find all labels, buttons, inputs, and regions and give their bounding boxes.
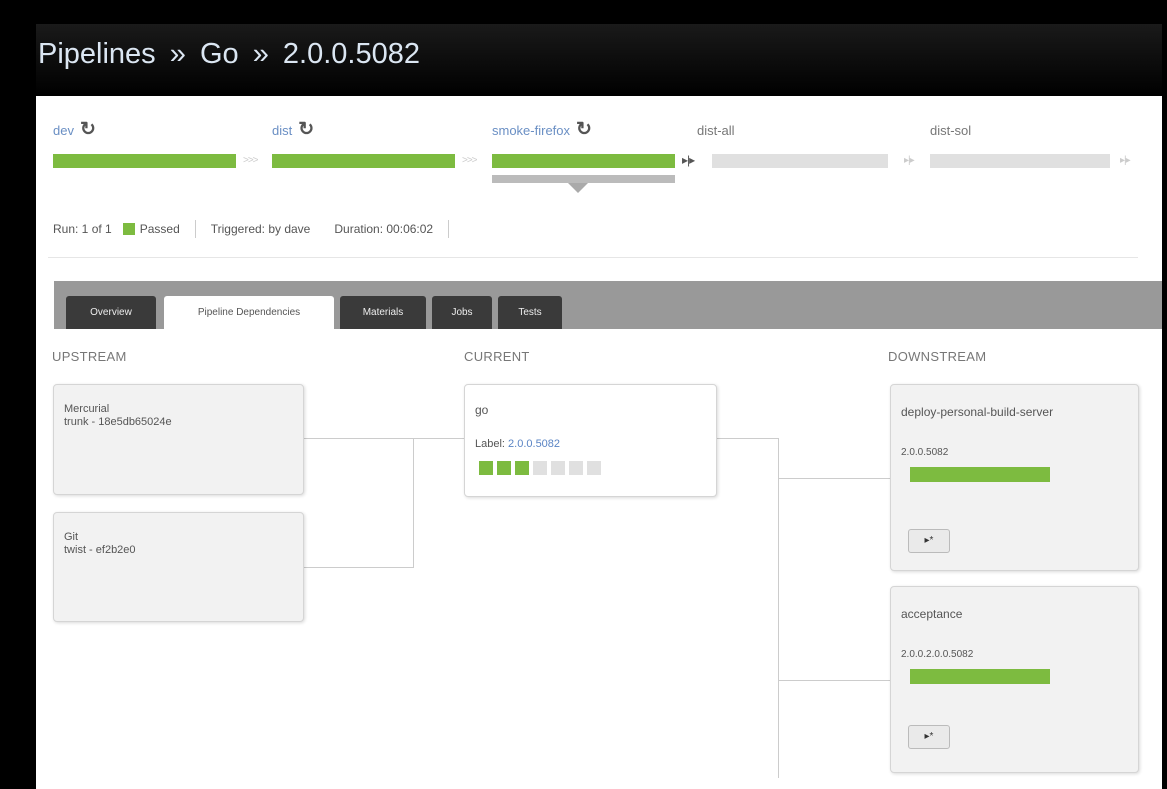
stage-dev[interactable]: dev ↻ xyxy=(53,120,236,168)
divider xyxy=(48,257,1138,258)
run-status: Passed xyxy=(139,222,180,236)
app-frame: Pipelines » Go » 2.0.0.5082 dev ↻ >>> di… xyxy=(36,24,1162,789)
run-duration: Duration: 00:06:02 xyxy=(334,222,434,236)
stage-segment-passed[interactable] xyxy=(497,461,511,475)
tab-jobs[interactable]: Jobs xyxy=(432,296,492,329)
stage-dist-sol[interactable]: dist-sol xyxy=(930,120,1110,168)
stage-name[interactable]: dist-sol xyxy=(930,120,971,140)
stage-progress-bar[interactable] xyxy=(53,154,236,168)
refresh-icon[interactable]: ↻ xyxy=(298,120,314,139)
breadcrumb-pipelines[interactable]: Pipelines xyxy=(38,38,156,70)
stage-name[interactable]: smoke-firefox xyxy=(492,123,570,138)
run-info: Run: 1 of 1 Passed Triggered: by dave Du… xyxy=(53,220,459,238)
divider xyxy=(448,220,450,238)
run-count: Run: 1 of 1 xyxy=(53,222,112,236)
upstream-heading: UPSTREAM xyxy=(52,349,127,364)
trigger-with-options-button[interactable]: ▸* xyxy=(908,529,950,553)
passed-status-icon xyxy=(122,223,135,235)
stage-segment-pending[interactable] xyxy=(569,461,583,475)
tab-pipeline-dependencies[interactable]: Pipeline Dependencies xyxy=(164,296,334,329)
stage-segment-pending[interactable] xyxy=(533,461,547,475)
stage-name[interactable]: dist-all xyxy=(697,120,735,140)
material-name: Mercurial xyxy=(64,403,110,415)
downstream-progress-bar[interactable] xyxy=(910,467,1050,482)
tab-overview[interactable]: Overview xyxy=(66,296,156,329)
connector-line xyxy=(778,438,779,778)
selected-stage-pointer xyxy=(568,183,588,193)
refresh-icon[interactable]: ↻ xyxy=(80,120,96,139)
stage-arrow-icon: ▸|▸ xyxy=(904,155,915,166)
stage-dist-all[interactable]: dist-all xyxy=(697,120,888,168)
breadcrumb-pipeline[interactable]: Go xyxy=(200,38,239,70)
material-revision: twist - ef2b2e0 xyxy=(64,544,136,556)
current-heading: CURRENT xyxy=(464,349,530,364)
downstream-heading: DOWNSTREAM xyxy=(888,349,987,364)
label-prefix: Label: xyxy=(475,438,505,450)
connector-line xyxy=(302,438,414,439)
selected-stage-indicator xyxy=(492,175,675,183)
tab-materials[interactable]: Materials xyxy=(340,296,426,329)
breadcrumb-separator: » xyxy=(169,38,186,70)
stage-name[interactable]: dist xyxy=(272,123,292,138)
tab-bar: Overview Pipeline Dependencies Materials… xyxy=(54,281,1162,329)
stage-segment-pending[interactable] xyxy=(587,461,601,475)
breadcrumb-separator: » xyxy=(252,38,269,70)
connector-line xyxy=(413,438,464,439)
tab-tests[interactable]: Tests xyxy=(498,296,562,329)
upstream-material-card[interactable]: Mercurial trunk - 18e5db65024e xyxy=(53,384,304,495)
stage-arrow-icon: >>> xyxy=(462,155,478,166)
current-pipeline-name[interactable]: go xyxy=(475,403,488,417)
refresh-icon[interactable]: ↻ xyxy=(576,120,592,139)
upstream-material-card[interactable]: Git twist - ef2b2e0 xyxy=(53,512,304,622)
stage-progress-bar[interactable] xyxy=(492,154,675,168)
stage-arrow-icon: ▸|▸ xyxy=(1120,155,1131,166)
stage-segment-passed[interactable] xyxy=(515,461,529,475)
stage-arrow-icon: ▸|▸ xyxy=(682,153,695,167)
stage-arrow-icon: >>> xyxy=(243,155,259,166)
connector-line xyxy=(413,438,414,568)
material-revision: trunk - 18e5db65024e xyxy=(64,416,172,428)
page-header: Pipelines » Go » 2.0.0.5082 xyxy=(36,24,1162,96)
current-pipeline-label[interactable]: 2.0.0.5082 xyxy=(508,438,560,450)
run-triggered: Triggered: by dave xyxy=(210,222,311,236)
divider xyxy=(194,220,196,238)
current-pipeline-card: go Label: 2.0.0.5082 xyxy=(464,384,717,497)
connector-line xyxy=(302,567,414,568)
stage-smoke-firefox[interactable]: smoke-firefox ↻ xyxy=(492,120,675,168)
downstream-pipeline-name[interactable]: deploy-personal-build-server xyxy=(901,405,1053,419)
trigger-with-options-button[interactable]: ▸* xyxy=(908,725,950,749)
downstream-pipeline-name[interactable]: acceptance xyxy=(901,607,962,621)
connector-line xyxy=(778,478,890,479)
stage-dist[interactable]: dist ↻ xyxy=(272,120,455,168)
connector-line xyxy=(778,680,890,681)
stage-name[interactable]: dev xyxy=(53,123,74,138)
breadcrumb-version: 2.0.0.5082 xyxy=(282,38,420,70)
connector-line xyxy=(716,438,778,439)
stage-segment-pending[interactable] xyxy=(551,461,565,475)
downstream-pipeline-label[interactable]: 2.0.0.5082 xyxy=(901,447,948,458)
material-name: Git xyxy=(64,531,79,543)
downstream-pipeline-label[interactable]: 2.0.0.2.0.0.5082 xyxy=(901,649,973,660)
stage-segment-passed[interactable] xyxy=(479,461,493,475)
stage-progress-bar[interactable] xyxy=(272,154,455,168)
downstream-progress-bar[interactable] xyxy=(910,669,1050,684)
stage-progress-bar[interactable] xyxy=(930,154,1110,168)
stage-progress-bar[interactable] xyxy=(712,154,888,168)
